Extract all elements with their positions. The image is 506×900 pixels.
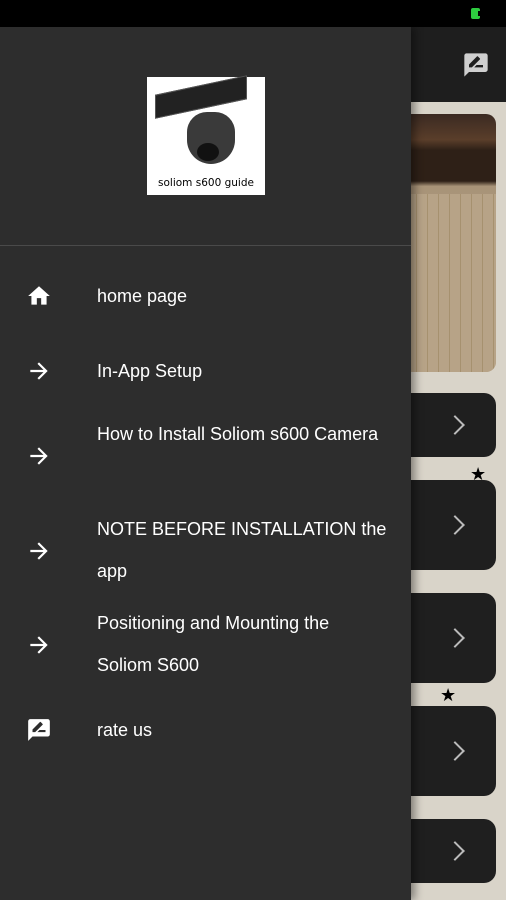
- home-icon: [28, 286, 50, 305]
- menu-item-label: How to Install Soliom s600 Camera: [97, 424, 379, 444]
- menu-item-note-before-installation[interactable]: NOTE BEFORE INSTALLATION the app: [0, 508, 411, 594]
- arrow-right-icon: [30, 636, 48, 654]
- chevron-right-icon: [445, 841, 465, 861]
- logo-caption: soliom s600 guide: [158, 177, 254, 189]
- menu-item-label: rate us: [97, 720, 153, 740]
- status-bar: [0, 0, 506, 27]
- battery-icon: [471, 8, 482, 19]
- navigation-drawer: soliom s600 guide home page In-App Setup…: [0, 27, 411, 900]
- star-icon: ★: [470, 464, 487, 484]
- rate-review-icon: [28, 719, 50, 741]
- chevron-right-icon: [445, 628, 465, 648]
- menu-item-rate-us[interactable]: rate us: [0, 709, 411, 753]
- menu-item-label: NOTE BEFORE INSTALLATION the app: [97, 519, 387, 581]
- menu-item-in-app-setup[interactable]: In-App Setup: [0, 350, 411, 394]
- menu-item-label: In-App Setup: [97, 361, 203, 381]
- menu-item-label: home page: [97, 286, 188, 306]
- arrow-right-icon: [30, 447, 48, 465]
- rate-review-icon[interactable]: [462, 51, 490, 79]
- arrow-right-icon: [30, 542, 48, 560]
- menu-item-how-to-install[interactable]: How to Install Soliom s600 Camera: [0, 413, 411, 499]
- drawer-header: soliom s600 guide: [0, 27, 411, 246]
- arrow-right-icon: [30, 362, 48, 380]
- lens-graphic: [197, 143, 219, 161]
- chevron-right-icon: [445, 515, 465, 535]
- menu-item-label: Positioning and Mounting the Soliom S600: [97, 613, 330, 675]
- star-icon: ★: [440, 685, 457, 705]
- chevron-right-icon: [445, 741, 465, 761]
- menu-item-home[interactable]: home page: [0, 275, 411, 319]
- chevron-right-icon: [445, 415, 465, 435]
- menu-item-positioning-and-mounting[interactable]: Positioning and Mounting the Soliom S600: [0, 602, 411, 688]
- app-logo: soliom s600 guide: [147, 75, 265, 195]
